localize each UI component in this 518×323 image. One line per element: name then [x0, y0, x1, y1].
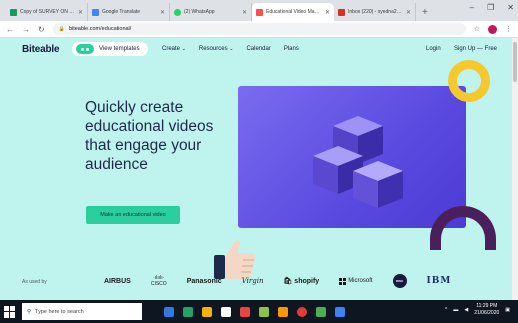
virgin-logo: Virgin	[241, 277, 264, 285]
close-tab-icon[interactable]: ✕	[242, 9, 247, 16]
site-logo[interactable]: Biteable	[22, 44, 60, 55]
close-tab-icon[interactable]: ✕	[78, 9, 83, 16]
close-tab-icon[interactable]: ✕	[406, 9, 411, 16]
new-tab-button[interactable]: +	[416, 7, 434, 21]
tray-chevron-icon[interactable]: ^	[445, 307, 447, 313]
minimize-button[interactable]: –	[470, 3, 474, 12]
whatsapp-icon	[174, 8, 181, 16]
tab-title: (2) WhatsApp	[184, 9, 215, 15]
office-icon[interactable]	[240, 306, 250, 317]
view-templates-label: View templates	[99, 46, 140, 52]
eyes-icon	[76, 44, 94, 54]
reload-icon[interactable]: ↻	[38, 25, 45, 34]
browser-tab-translate[interactable]: Google Translate ✕	[88, 3, 170, 21]
tab-title: Educational Video Maker | Cre	[266, 9, 322, 15]
task-view-icon[interactable]	[164, 306, 174, 317]
disc-logo: DISC	[392, 274, 407, 288]
biteable-icon	[256, 8, 263, 16]
windows-taskbar: ⚲ Type here to search ^ ▬ ◀ 11:29 PM 21/…	[0, 300, 518, 323]
microsoft-logo: Microsoft	[339, 277, 373, 285]
browser-tab-gmail[interactable]: Inbox (220) - syedna2014@g ✕	[334, 3, 416, 21]
client-logos: AIRBUS ·ılıılı· CISCO Panasonic Virgin 🛍…	[104, 274, 451, 288]
tab-title: Google Translate	[102, 9, 141, 15]
store-icon[interactable]	[221, 306, 231, 317]
nav-item-calendar[interactable]: Calendar	[246, 46, 270, 52]
notification-icon[interactable]: ▣	[505, 307, 510, 313]
close-window-button[interactable]: ✕	[507, 3, 514, 12]
chevron-down-icon: ⌄	[229, 46, 234, 52]
mail-icon[interactable]	[335, 306, 345, 317]
search-icon: ⚲	[27, 308, 32, 315]
windows-grid-icon	[339, 277, 347, 285]
network-icon[interactable]: ▬	[453, 307, 458, 313]
bookmark-star-icon[interactable]: ☆	[474, 25, 480, 33]
search-placeholder: Type here to search	[35, 308, 84, 315]
lock-icon: 🔒	[58, 26, 65, 32]
browser-tab-survey[interactable]: Copy of SURVEY ON UTINO! ✕	[6, 3, 88, 21]
ibm-logo: IBM	[426, 276, 452, 286]
nav-item-plans[interactable]: Plans	[284, 46, 299, 52]
shopify-logo: 🛍 shopify	[283, 278, 320, 285]
used-by-label: As used by	[22, 279, 47, 285]
app-icon[interactable]	[259, 306, 269, 317]
chevron-down-icon: ⌄	[181, 46, 186, 52]
window-controls: – ❐ ✕	[470, 3, 514, 12]
menu-dots-icon[interactable]: ⋮	[505, 25, 512, 33]
panasonic-logo: Panasonic	[186, 277, 222, 285]
main-nav: Create ⌄ Resources ⌄ Calendar Plans	[162, 46, 299, 52]
app-icon[interactable]	[316, 306, 326, 317]
tab-title: Inbox (220) - syedna2014@g	[348, 9, 403, 15]
cubes-illustration	[313, 116, 403, 208]
shopping-bag-icon: 🛍	[283, 278, 293, 285]
tab-title: Copy of SURVEY ON UTINO!	[20, 9, 75, 15]
gmail-icon	[338, 8, 345, 16]
volume-icon[interactable]: ◀	[464, 307, 468, 313]
close-tab-icon[interactable]: ✕	[160, 9, 165, 16]
airbus-logo: AIRBUS	[104, 277, 131, 285]
url-input[interactable]: 🔒 biteable.com/educational/	[52, 23, 466, 35]
signup-link[interactable]: Sign Up — Free	[454, 46, 497, 52]
biteable-page: Biteable View templates Create ⌄ Resourc…	[0, 38, 512, 300]
address-bar: ← → ↻ 🔒 biteable.com/educational/ ☆ ⋮	[0, 21, 518, 38]
url-text: biteable.com/educational/	[68, 26, 132, 32]
windows-start-icon[interactable]	[4, 305, 16, 318]
page-title: Quickly create educational videos that e…	[85, 99, 214, 173]
toolbar-right: ☆ ⋮	[474, 24, 512, 34]
browser-tab-biteable[interactable]: Educational Video Maker | Cre ✕	[252, 3, 334, 21]
make-video-button[interactable]: Make an educational video	[86, 206, 180, 224]
taskbar-search-input[interactable]: ⚲ Type here to search	[22, 303, 142, 320]
back-icon[interactable]: ←	[6, 25, 14, 34]
system-tray: ^ ▬ ◀ 11:29 PM 21/06/2020 ▣	[445, 303, 510, 317]
file-explorer-icon[interactable]	[202, 306, 212, 317]
close-tab-icon[interactable]: ✕	[325, 9, 330, 16]
cisco-logo: ·ılıılı· CISCO	[150, 275, 167, 287]
page-scrollbar[interactable]	[512, 38, 518, 300]
view-templates-button[interactable]: View templates	[72, 42, 148, 56]
nav-item-create[interactable]: Create ⌄	[162, 46, 186, 52]
scrollbar-thumb[interactable]	[513, 42, 517, 82]
photos-icon[interactable]	[278, 306, 288, 317]
yellow-ring-decoration	[448, 60, 490, 102]
system-clock[interactable]: 11:29 PM 21/06/2020	[474, 303, 499, 317]
browser-tab-whatsapp[interactable]: (2) WhatsApp ✕	[170, 3, 252, 21]
login-link[interactable]: Login	[426, 46, 441, 52]
forward-icon[interactable]: →	[22, 25, 30, 34]
sheets-icon	[10, 8, 17, 16]
nav-item-resources[interactable]: Resources ⌄	[199, 46, 234, 52]
maximize-button[interactable]: ❐	[487, 3, 494, 12]
taskbar-apps	[164, 306, 345, 317]
profile-avatar[interactable]	[488, 24, 497, 34]
hero-illustration	[238, 86, 466, 228]
translate-icon	[92, 8, 99, 16]
edge-icon[interactable]	[183, 306, 193, 317]
browser-tab-strip: Copy of SURVEY ON UTINO! ✕ Google Transl…	[0, 0, 518, 21]
chrome-icon[interactable]	[297, 306, 307, 317]
